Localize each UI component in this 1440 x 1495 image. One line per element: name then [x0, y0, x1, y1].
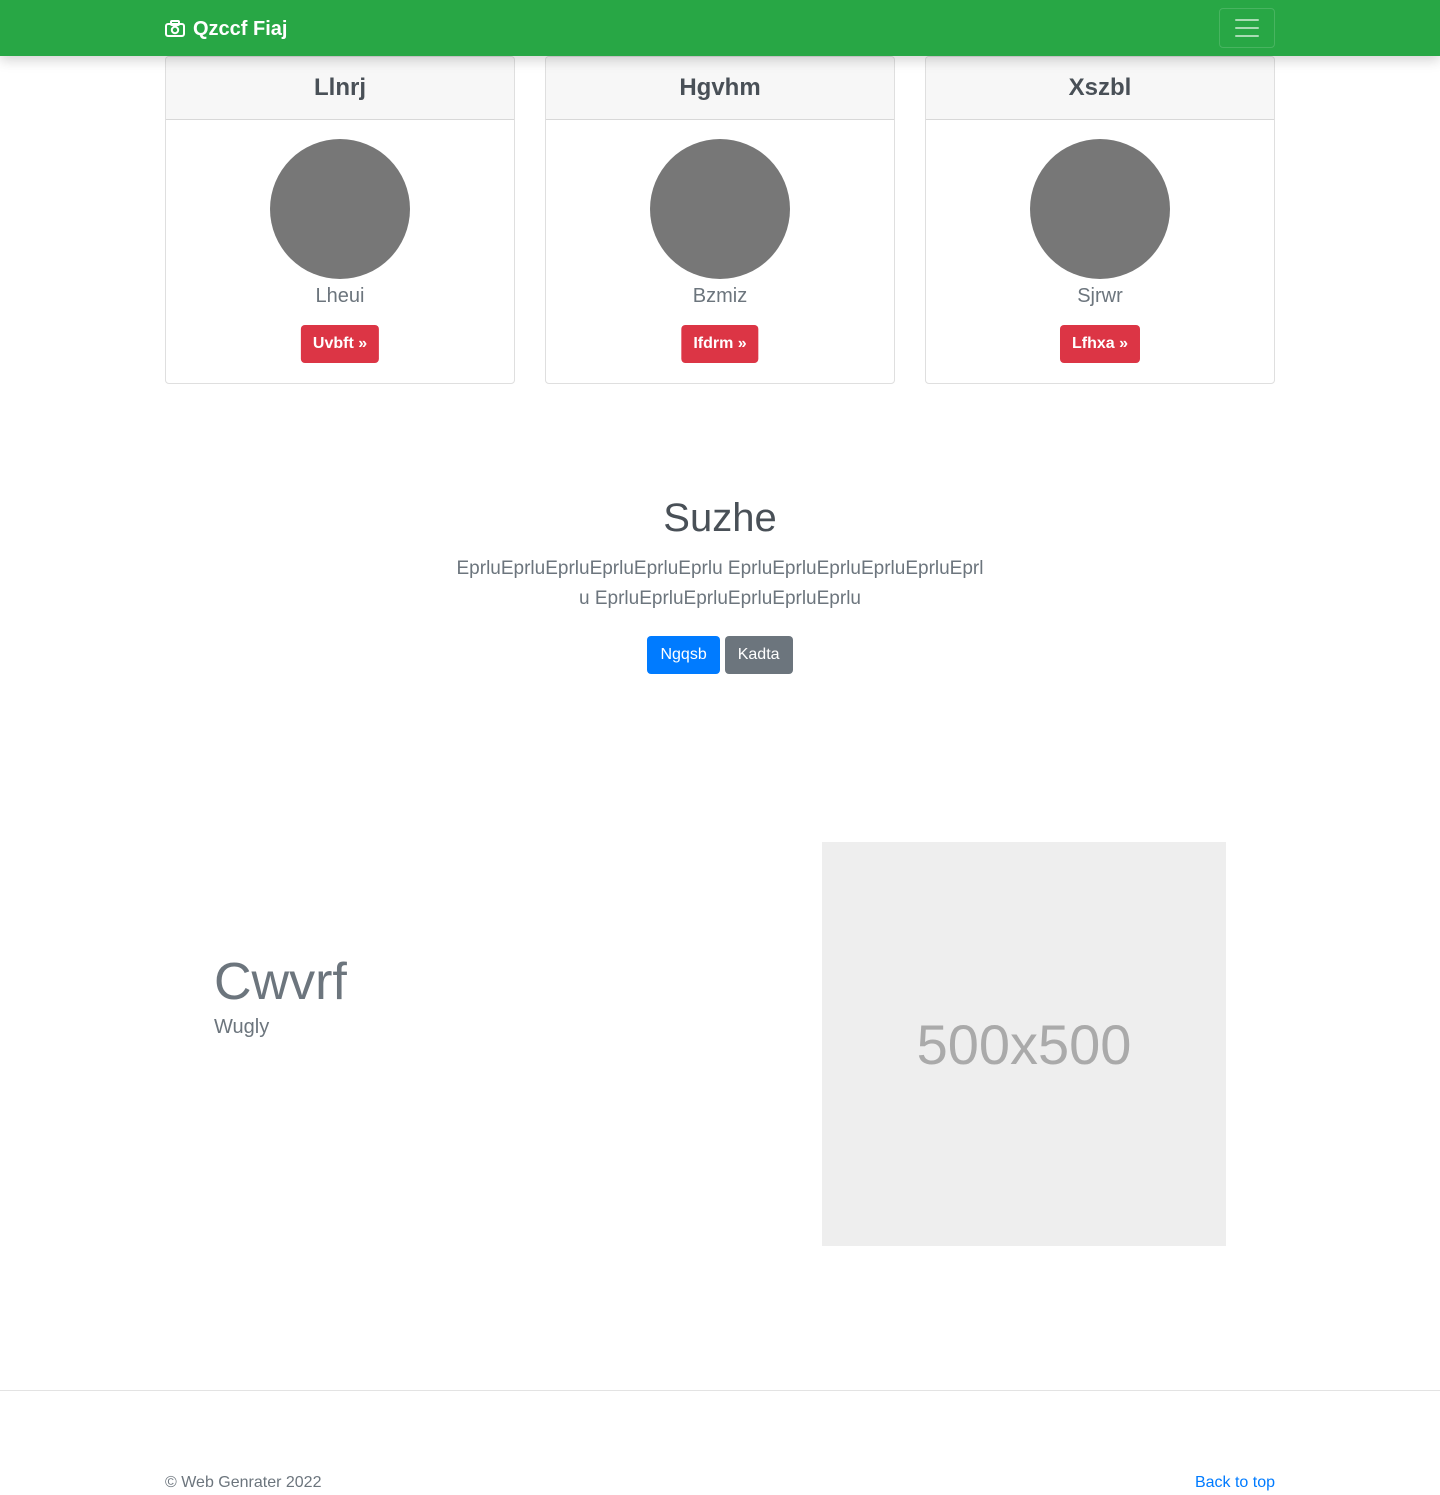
avatar — [1030, 139, 1170, 279]
card-action-button[interactable]: Uvbft » — [300, 325, 380, 363]
card-title: Llnrj — [166, 57, 514, 120]
profile-card: Hgvhm Bzmiz Ifdrm » — [545, 56, 895, 384]
feature-subtitle: Wugly — [214, 1016, 270, 1038]
hero-title: Suzhe — [663, 496, 777, 540]
hero-button-group: Ngqsb Kadta — [0, 636, 1440, 674]
card-name: Bzmiz — [692, 285, 748, 307]
navbar-toggler-button[interactable] — [1219, 8, 1275, 48]
avatar — [270, 139, 410, 279]
hero-text: EprluEprluEprluEprluEprluEprlu EprluEprl… — [456, 558, 984, 609]
hamburger-menu-icon — [1235, 19, 1259, 21]
hamburger-menu-icon — [1235, 35, 1259, 37]
footer-divider — [0, 1390, 1440, 1391]
hero-secondary-button[interactable]: Kadta — [724, 636, 793, 674]
hero-primary-button[interactable]: Ngqsb — [647, 636, 720, 674]
card-action-button[interactable]: Lfhxa » — [1059, 325, 1141, 363]
profile-card: Llnrj Lheui Uvbft » — [165, 56, 515, 384]
feature-title: Cwvrf — [214, 953, 347, 1011]
placeholder-image: 500x500 — [822, 842, 1226, 1246]
brand-link[interactable]: Qzccf Fiaj — [165, 16, 287, 42]
top-navbar: Qzccf Fiaj — [0, 0, 1440, 56]
card-title: Xszbl — [926, 57, 1274, 120]
brand-name: Qzccf Fiaj — [193, 17, 288, 40]
camera-icon — [165, 20, 185, 38]
card-action-button[interactable]: Ifdrm » — [681, 325, 759, 363]
profile-card: Xszbl Sjrwr Lfhxa » — [925, 56, 1275, 384]
footer-copyright: © Web Genrater 2022 — [165, 1474, 322, 1491]
card-name: Lheui — [315, 285, 365, 307]
placeholder-image-label: 500x500 — [916, 1012, 1132, 1076]
avatar — [650, 139, 790, 279]
card-title: Hgvhm — [546, 57, 894, 120]
back-to-top-link[interactable]: Back to top — [1195, 1474, 1275, 1492]
hamburger-menu-icon — [1235, 27, 1259, 29]
card-name: Sjrwr — [1077, 285, 1123, 307]
